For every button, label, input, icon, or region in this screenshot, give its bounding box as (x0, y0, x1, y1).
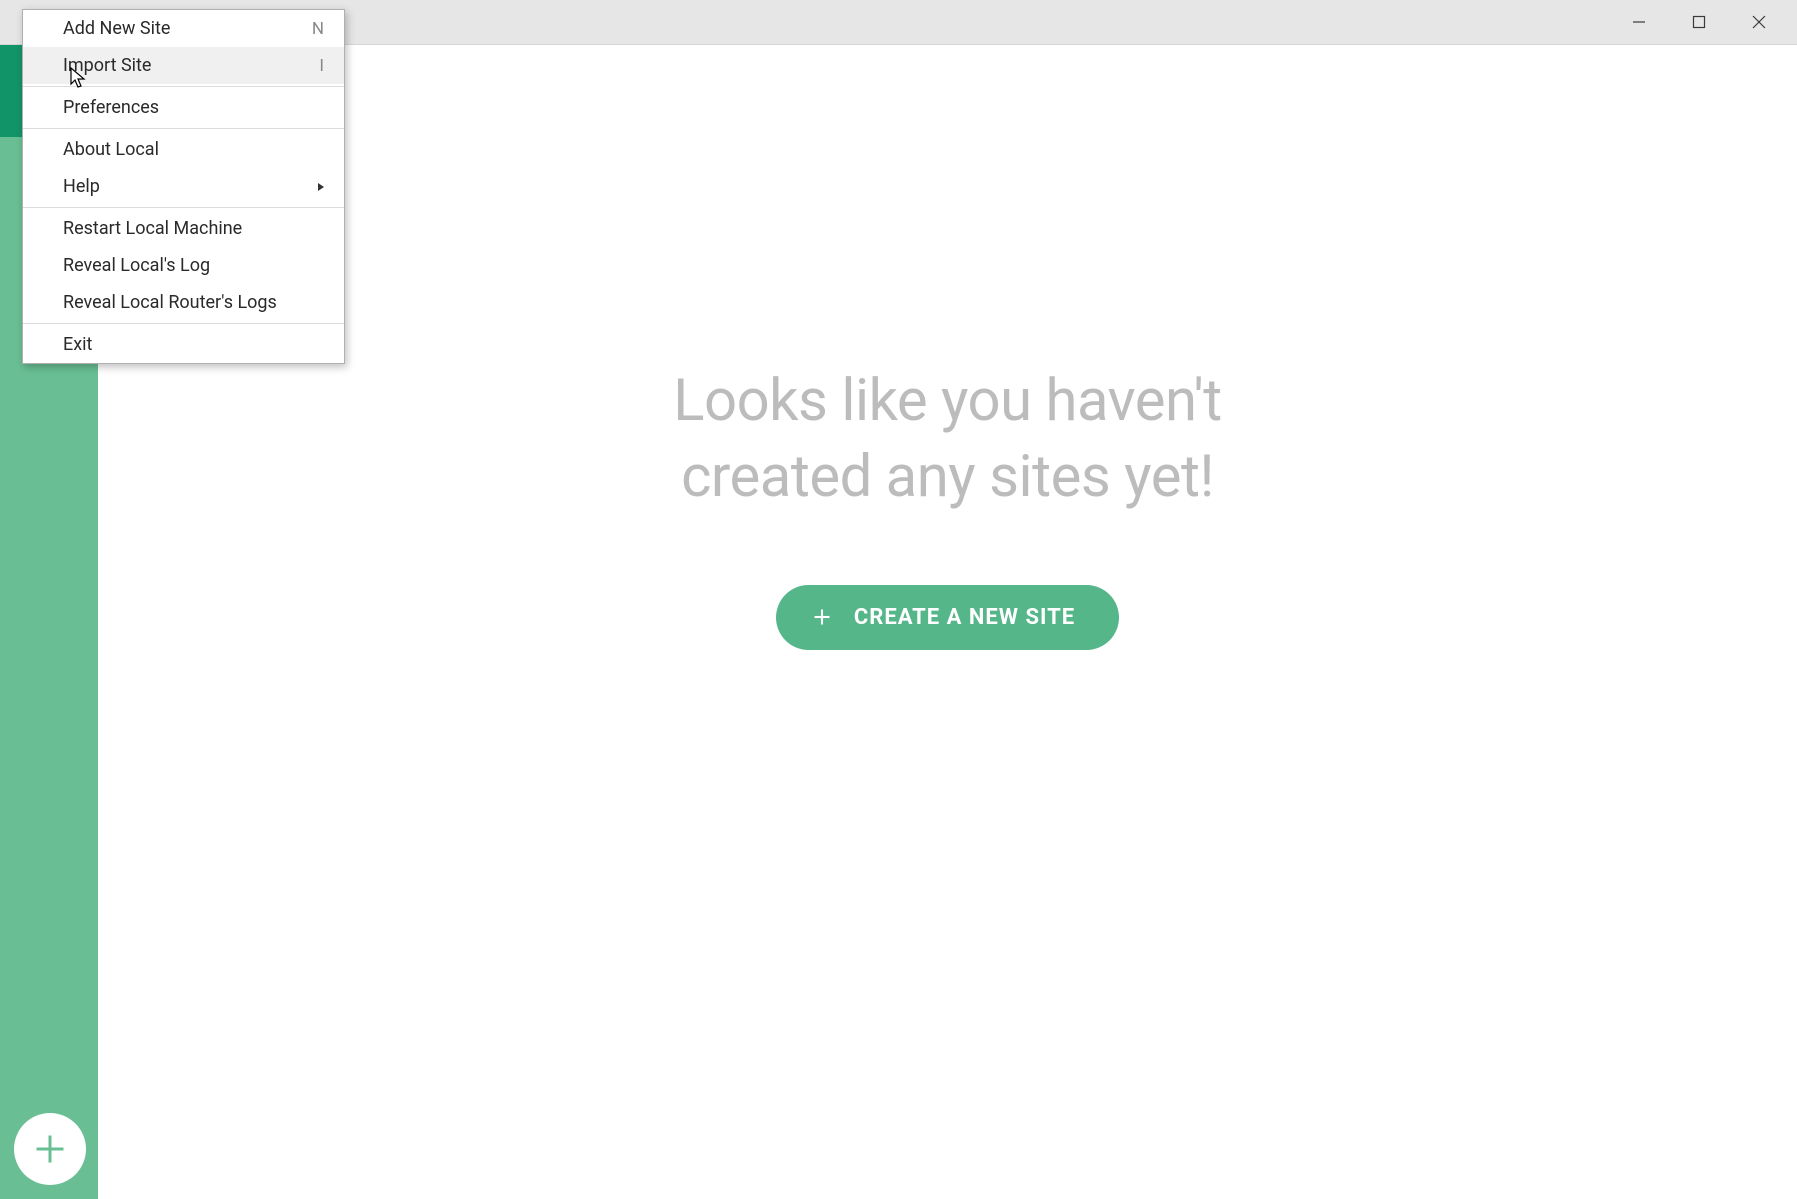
menu-item-label: Reveal Local's Log (63, 255, 210, 276)
menu-item-help[interactable]: Help (23, 168, 344, 205)
close-button[interactable] (1729, 2, 1789, 42)
menu-item-label: Help (63, 176, 100, 197)
plus-icon (812, 607, 832, 627)
menu-item-shortcut: I (319, 56, 324, 76)
menu-item-reveal-locals-log[interactable]: Reveal Local's Log (23, 247, 344, 284)
window-controls (1609, 2, 1789, 42)
create-new-site-button[interactable]: CREATE A NEW SITE (776, 585, 1119, 650)
empty-state-heading: Looks like you haven't created any sites… (673, 364, 1222, 515)
plus-icon (32, 1131, 68, 1167)
menu-item-exit[interactable]: Exit (23, 326, 344, 363)
menu-item-label: Add New Site (63, 18, 170, 39)
menu-item-reveal-local-routers-logs[interactable]: Reveal Local Router's Logs (23, 284, 344, 321)
minimize-button[interactable] (1609, 2, 1669, 42)
menu-separator (23, 128, 344, 129)
add-site-fab[interactable] (14, 1113, 86, 1185)
menu-item-add-new-site[interactable]: Add New Site N (23, 10, 344, 47)
menu-item-preferences[interactable]: Preferences (23, 89, 344, 126)
menu-item-label: Exit (63, 334, 92, 355)
main-area: Looks like you haven't created any sites… (98, 45, 1797, 1199)
menu-item-label: About Local (63, 139, 159, 160)
menu-separator (23, 207, 344, 208)
menu-item-label: Preferences (63, 97, 159, 118)
menu-item-about-local[interactable]: About Local (23, 131, 344, 168)
menu-item-label: Import Site (63, 55, 151, 76)
dropdown-menu: Add New Site N Import Site I Preferences… (22, 9, 345, 364)
menu-item-import-site[interactable]: Import Site I (23, 47, 344, 84)
menu-item-label: Restart Local Machine (63, 218, 242, 239)
maximize-button[interactable] (1669, 2, 1729, 42)
menu-item-restart-local-machine[interactable]: Restart Local Machine (23, 210, 344, 247)
empty-line-1: Looks like you haven't (673, 367, 1222, 435)
cta-label: CREATE A NEW SITE (854, 605, 1075, 630)
chevron-right-icon (318, 183, 324, 191)
menu-separator (23, 86, 344, 87)
menu-separator (23, 323, 344, 324)
menu-item-shortcut: N (312, 19, 324, 39)
menu-item-label: Reveal Local Router's Logs (63, 292, 277, 313)
empty-line-2: created any sites yet! (681, 443, 1214, 511)
